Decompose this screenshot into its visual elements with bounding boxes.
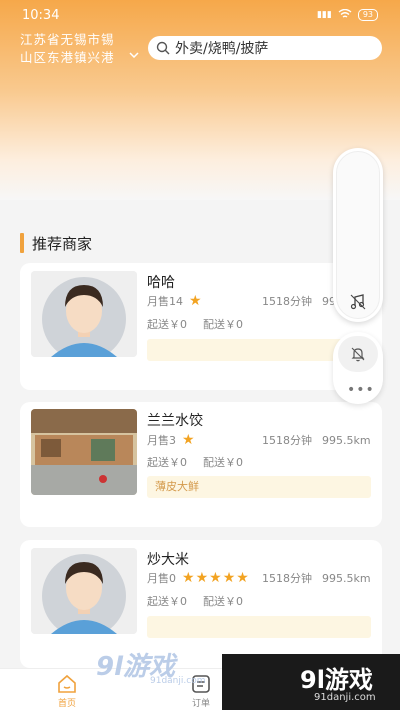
floating-music-panel[interactable] <box>333 148 383 322</box>
tab-home-label: 首页 <box>57 699 76 709</box>
shop-card[interactable]: 兰兰水饺 月售3 ★ 1518分钟 995.5km 起送￥0 配送￥0 薄皮大鲜 <box>20 402 382 527</box>
shop-fees: 起送￥0 配送￥0 <box>147 456 243 469</box>
shop-name: 兰兰水饺 <box>147 413 203 429</box>
star-icon: ★ <box>182 570 195 586</box>
shop-tag <box>147 616 371 638</box>
shop-name: 哈哈 <box>147 275 175 291</box>
shop-avatar <box>31 271 137 357</box>
tab-orders-label: 订单 <box>191 699 210 709</box>
shop-card[interactable]: 炒大米 月售0 ★ ★ ★ ★ ★ 1518分钟 995.5km 起送￥0 配送￥0 <box>20 540 382 668</box>
battery-icon: 93 <box>357 9 378 21</box>
shop-avatar <box>31 548 137 634</box>
status-time: 10:34 <box>22 7 60 23</box>
shop-fees: 起送￥0 配送￥0 <box>147 318 243 331</box>
section-title: 推荐商家 <box>32 234 93 253</box>
shop-meta: 月售3 ★ 1518分钟 995.5km <box>147 432 371 448</box>
status-bar: 10:34 ▮▮▮ 93 <box>0 0 400 30</box>
star-icon: ★ <box>236 570 249 586</box>
search-input[interactable]: 外卖/烧鸭/披萨 <box>148 36 382 60</box>
floating-notify-panel[interactable]: ••• <box>333 332 383 404</box>
wifi-icon <box>338 8 352 22</box>
shop-fees: 起送￥0 配送￥0 <box>147 595 243 608</box>
bell-off-icon <box>351 347 365 362</box>
shop-name: 炒大米 <box>147 552 189 568</box>
search-placeholder: 外卖/烧鸭/披萨 <box>175 41 269 57</box>
location-selector[interactable]: 江苏省无锡市锡 山区东港镇兴港 <box>20 31 140 67</box>
search-icon <box>156 41 170 55</box>
star-rating: ★ <box>189 293 202 309</box>
star-rating: ★ ★ ★ ★ ★ <box>182 570 249 586</box>
shop-meta: 月售0 ★ ★ ★ ★ ★ 1518分钟 995.5km <box>147 570 371 586</box>
shop-tag: 薄皮大鲜 <box>147 476 371 498</box>
star-icon: ★ <box>195 570 209 586</box>
watermark-left-url: 91danji.com <box>150 676 206 686</box>
more-icon[interactable]: ••• <box>347 382 375 398</box>
shop-card[interactable]: 哈哈 月售14 ★ 1518分钟 995 起送￥0 配送￥0 <box>20 263 382 390</box>
watermark-right: 9l游戏 91danji.com <box>222 654 400 710</box>
chevron-down-icon[interactable] <box>129 52 139 58</box>
star-icon: ★ <box>209 570 222 586</box>
signal-icon: ▮▮▮ <box>316 10 332 20</box>
star-rating: ★ <box>182 432 195 448</box>
bell-off-button[interactable] <box>338 336 378 372</box>
location-line-2: 山区东港镇兴港 <box>20 50 115 65</box>
star-icon: ★ <box>182 432 195 448</box>
location-line-1: 江苏省无锡市锡 <box>20 32 115 47</box>
tab-home[interactable]: 首页 <box>47 673 87 709</box>
music-off-icon[interactable] <box>350 294 366 310</box>
home-icon <box>58 674 76 693</box>
star-icon: ★ <box>189 293 202 309</box>
section-accent-bar <box>20 233 24 253</box>
section-header: 推荐商家 <box>20 232 92 254</box>
shop-image <box>31 409 137 495</box>
star-icon: ★ <box>222 570 236 586</box>
